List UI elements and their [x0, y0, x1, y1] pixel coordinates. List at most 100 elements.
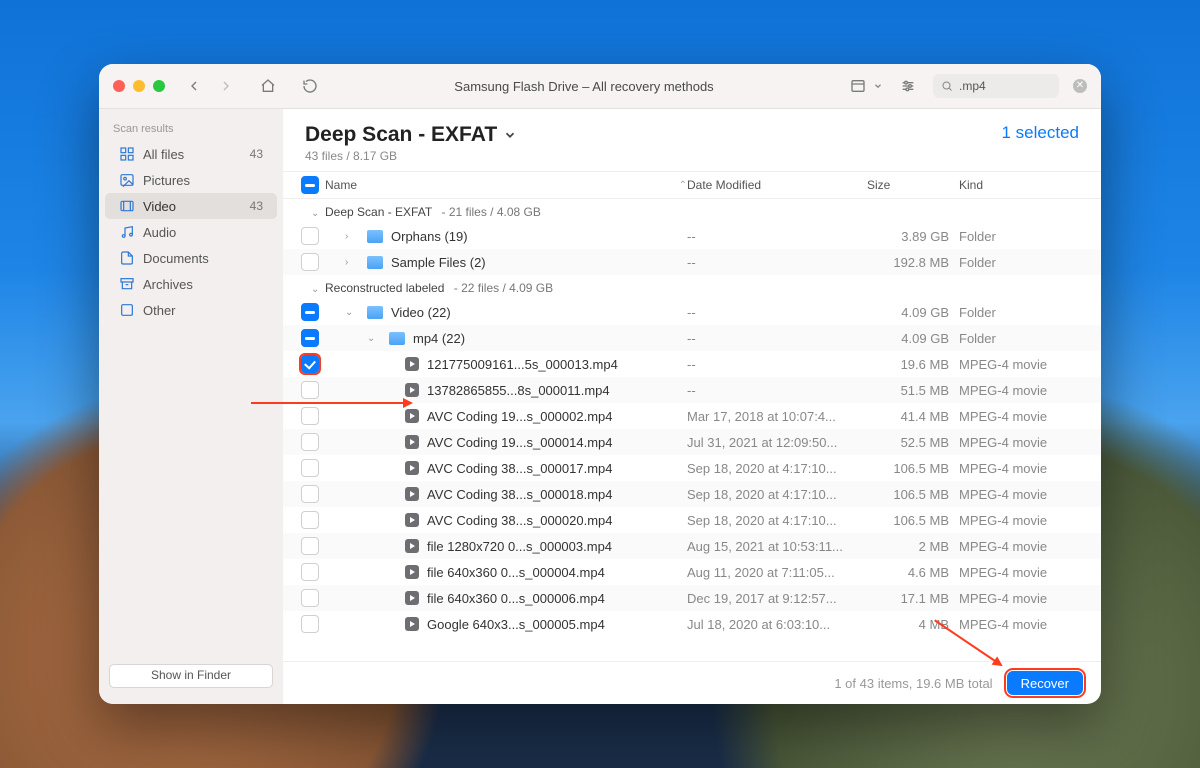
row-checkbox[interactable]: [301, 511, 319, 529]
annotation-arrow: [251, 402, 411, 404]
image-icon: [119, 172, 135, 188]
footer-status: 1 of 43 items, 19.6 MB total: [834, 676, 992, 691]
sidebar: Scan results All files 43 Pictures Video…: [99, 109, 283, 704]
movie-icon: [405, 409, 419, 423]
sidebar-item-video[interactable]: Video 43: [105, 193, 277, 219]
window-controls: [113, 80, 165, 92]
row-checkbox[interactable]: [301, 227, 319, 245]
sidebar-item-documents[interactable]: Documents: [105, 245, 277, 271]
page-title[interactable]: Deep Scan - EXFAT: [305, 123, 517, 147]
table-row[interactable]: AVC Coding 38...s_000017.mp4 Sep 18, 202…: [283, 455, 1101, 481]
document-icon: [119, 250, 135, 266]
sort-asc-icon: ⌃: [679, 180, 687, 191]
table-row[interactable]: ›Sample Files (2) -- 192.8 MB Folder: [283, 249, 1101, 275]
table-row[interactable]: ›Orphans (19) -- 3.89 GB Folder: [283, 223, 1101, 249]
movie-icon: [405, 591, 419, 605]
row-checkbox[interactable]: [301, 253, 319, 271]
home-button[interactable]: [257, 75, 279, 97]
column-date[interactable]: Date Modified: [687, 178, 867, 192]
table-row[interactable]: ⌄mp4 (22) -- 4.09 GB Folder: [283, 325, 1101, 351]
table-row[interactable]: ⌄Video (22) -- 4.09 GB Folder: [283, 299, 1101, 325]
table-row[interactable]: 121775009161...5s_000013.mp4 --19.6 MBMP…: [283, 351, 1101, 377]
row-checkbox[interactable]: [301, 615, 319, 633]
movie-icon: [405, 539, 419, 553]
movie-icon: [405, 513, 419, 527]
column-size[interactable]: Size: [867, 178, 955, 192]
row-checkbox[interactable]: [301, 537, 319, 555]
video-icon: [119, 198, 135, 214]
expand-icon[interactable]: ›: [345, 231, 355, 242]
sidebar-item-other[interactable]: Other: [105, 297, 277, 323]
show-in-finder-button[interactable]: Show in Finder: [109, 664, 273, 688]
movie-icon: [405, 461, 419, 475]
rescan-button[interactable]: [299, 75, 321, 97]
table-row[interactable]: file 640x360 0...s_000006.mp4 Dec 19, 20…: [283, 585, 1101, 611]
forward-button[interactable]: [215, 75, 237, 97]
movie-icon: [405, 383, 419, 397]
table-row[interactable]: AVC Coding 38...s_000018.mp4 Sep 18, 202…: [283, 481, 1101, 507]
expand-icon[interactable]: ⌄: [345, 307, 355, 318]
movie-icon: [405, 435, 419, 449]
toolbar: Samsung Flash Drive – All recovery metho…: [99, 64, 1101, 109]
row-checkbox[interactable]: [301, 303, 319, 321]
row-checkbox[interactable]: [301, 485, 319, 503]
select-all-checkbox[interactable]: [301, 176, 319, 194]
expand-icon[interactable]: ⌄: [367, 333, 377, 344]
other-icon: [119, 302, 135, 318]
movie-icon: [405, 565, 419, 579]
search-value: .mp4: [959, 79, 986, 93]
sidebar-item-pictures[interactable]: Pictures: [105, 167, 277, 193]
recover-button[interactable]: Recover: [1007, 671, 1083, 695]
column-kind[interactable]: Kind: [955, 178, 1089, 192]
page-subtitle: 43 files / 8.17 GB: [305, 149, 517, 163]
clear-search-button[interactable]: ✕: [1073, 79, 1087, 93]
row-checkbox[interactable]: [301, 589, 319, 607]
app-window: Samsung Flash Drive – All recovery metho…: [99, 64, 1101, 704]
view-options-button[interactable]: [847, 75, 869, 97]
row-checkbox[interactable]: [301, 381, 319, 399]
close-icon[interactable]: [113, 80, 125, 92]
row-checkbox[interactable]: [301, 433, 319, 451]
table-row[interactable]: AVC Coding 19...s_000014.mp4 Jul 31, 202…: [283, 429, 1101, 455]
row-checkbox[interactable]: [301, 459, 319, 477]
maximize-icon[interactable]: [153, 80, 165, 92]
table-header: Name⌃ Date Modified Size Kind: [283, 171, 1101, 199]
search-icon: [941, 80, 953, 92]
sidebar-item-archives[interactable]: Archives: [105, 271, 277, 297]
folder-icon: [389, 332, 405, 345]
table-row[interactable]: file 1280x720 0...s_000003.mp4 Aug 15, 2…: [283, 533, 1101, 559]
sidebar-item-audio[interactable]: Audio: [105, 219, 277, 245]
table-row[interactable]: AVC Coding 38...s_000020.mp4 Sep 18, 202…: [283, 507, 1101, 533]
chevron-down-icon: [503, 128, 517, 142]
grid-icon: [119, 146, 135, 162]
movie-icon: [405, 487, 419, 501]
table-row[interactable]: file 640x360 0...s_000004.mp4 Aug 11, 20…: [283, 559, 1101, 585]
row-checkbox[interactable]: [301, 329, 319, 347]
movie-icon: [405, 617, 419, 631]
selection-count: 1 selected: [1002, 123, 1080, 143]
back-button[interactable]: [183, 75, 205, 97]
window-title: Samsung Flash Drive – All recovery metho…: [331, 79, 837, 94]
expand-icon[interactable]: ›: [345, 257, 355, 268]
minimize-icon[interactable]: [133, 80, 145, 92]
filter-button[interactable]: [897, 75, 919, 97]
file-list[interactable]: ⌄Deep Scan - EXFAT - 21 files / 4.08 GB …: [283, 199, 1101, 661]
row-checkbox[interactable]: [301, 407, 319, 425]
column-name[interactable]: Name⌃: [325, 178, 687, 192]
group-header[interactable]: ⌄Deep Scan - EXFAT - 21 files / 4.08 GB: [283, 199, 1101, 223]
row-checkbox[interactable]: [301, 355, 319, 373]
search-input[interactable]: .mp4: [933, 74, 1059, 98]
folder-icon: [367, 256, 383, 269]
footer: 1 of 43 items, 19.6 MB total Recover: [283, 661, 1101, 704]
audio-icon: [119, 224, 135, 240]
sidebar-section-title: Scan results: [99, 119, 283, 141]
movie-icon: [405, 357, 419, 371]
sidebar-item-all-files[interactable]: All files 43: [105, 141, 277, 167]
row-checkbox[interactable]: [301, 563, 319, 581]
folder-icon: [367, 306, 383, 319]
group-header[interactable]: ⌄Reconstructed labeled - 22 files / 4.09…: [283, 275, 1101, 299]
folder-icon: [367, 230, 383, 243]
archive-icon: [119, 276, 135, 292]
table-row[interactable]: Google 640x3...s_000005.mp4 Jul 18, 2020…: [283, 611, 1101, 637]
chevron-down-icon[interactable]: [873, 81, 883, 91]
